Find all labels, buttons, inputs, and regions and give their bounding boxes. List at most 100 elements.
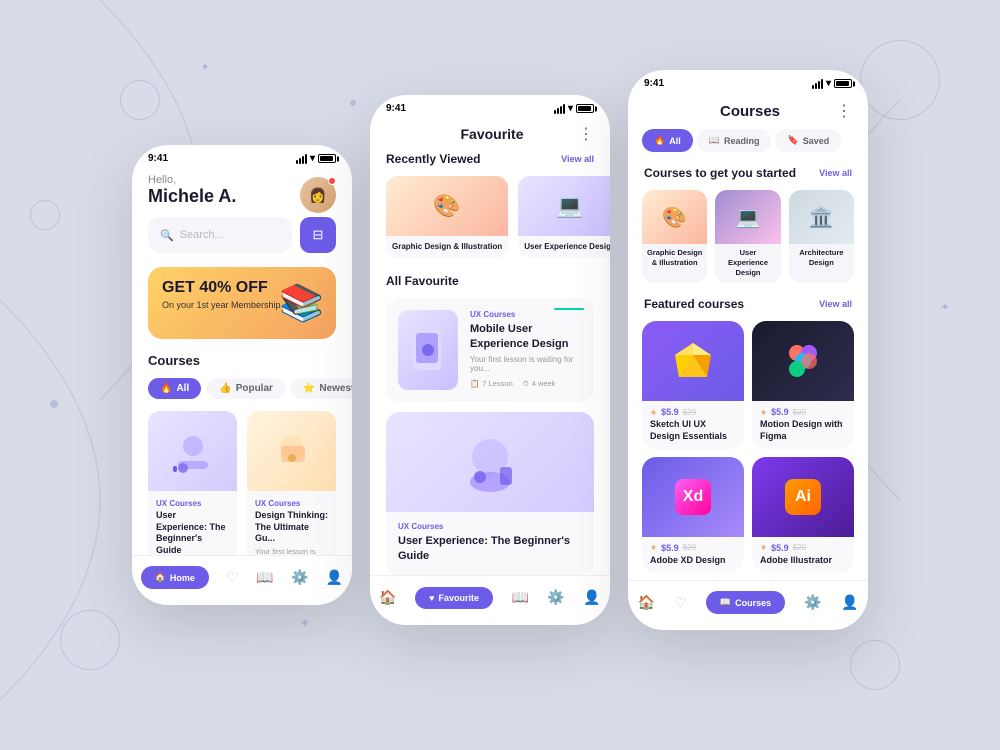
avatar[interactable]: 👩 [300, 177, 336, 213]
phones-wrapper: 9:41 ▾ 👩 Hello, Michele A. � [132, 120, 868, 630]
featured-grid: ★ $5.9 $29 Sketch UI UX Design Essential… [628, 321, 868, 572]
fav-large-title-1: User Experience: The Beginner's Guide [398, 534, 582, 563]
featured-img-3: Ai [752, 457, 854, 537]
nav-profile-left[interactable]: 👤 [326, 569, 343, 586]
home-icon-mid: 🏠 [379, 589, 396, 606]
lesson-icon: 📋 [470, 379, 479, 388]
recently-viewed-label: Recently Viewed [386, 152, 481, 166]
search-icon: 🔍 [160, 229, 174, 242]
fire-icon: 🔥 [160, 383, 172, 394]
featured-price-row-2: ★ $5.9 $29 [650, 543, 736, 553]
featured-img-0 [642, 321, 744, 401]
started-card-2[interactable]: 🏛️ Architecture Design [789, 190, 854, 283]
thumb-icon: 👍 [219, 383, 231, 394]
home-icon-right: 🏠 [638, 594, 655, 611]
featured-info-2: ★ $5.9 $29 Adobe XD Design [642, 537, 744, 573]
settings-icon-right: ⚙️ [804, 594, 821, 611]
get-started-view-all[interactable]: View all [819, 168, 852, 178]
nav-profile-right[interactable]: 👤 [841, 594, 858, 611]
featured-title-1: Motion Design with Figma [760, 419, 846, 442]
fav-category-0: UX Courses [470, 310, 582, 319]
started-card-0[interactable]: 🎨 Graphic Design & Illustration [642, 190, 707, 283]
recent-card-1[interactable]: 💻 User Experience Design [518, 176, 610, 258]
nav-home-button[interactable]: 🏠 Home [141, 566, 209, 589]
recently-viewed-header: Recently Viewed View all [370, 152, 610, 166]
featured-card-3[interactable]: Ai ★ $5.9 $29 Adobe Illustrator [752, 457, 854, 573]
fav-card-1[interactable]: UX Courses User Experience: The Beginner… [386, 412, 594, 577]
right-title: Courses [664, 103, 836, 120]
nav-settings-mid[interactable]: ⚙️ [547, 589, 564, 606]
tab-newest[interactable]: ⭐ Newest [291, 378, 352, 399]
time-middle: 9:41 [386, 103, 406, 114]
all-favourite-header: All Favourite [370, 274, 610, 288]
price-old-3: $29 [793, 543, 806, 552]
nav-book-left[interactable]: 📖 [256, 569, 273, 586]
bookmark-tab-icon: 🔖 [787, 135, 798, 146]
recent-title-1: User Experience Design [524, 242, 610, 252]
price-new-2: $5.9 [661, 543, 679, 553]
filter-button[interactable]: ⊟ [300, 217, 336, 253]
right-menu-dots[interactable]: ⋮ [836, 101, 852, 121]
book-tab-icon: 📖 [709, 135, 720, 146]
courses-nav-icon: 📖 [720, 597, 731, 608]
started-img-1: 💻 [715, 190, 780, 244]
recently-viewed-all[interactable]: View all [561, 154, 594, 164]
recent-card-0[interactable]: 🎨 Graphic Design & Illustration [386, 176, 508, 258]
filter-all[interactable]: 🔥 All [642, 129, 693, 152]
menu-dots[interactable]: ⋮ [578, 124, 594, 144]
filter-icon: ⊟ [313, 227, 324, 243]
fav-card-0[interactable]: UX Courses Mobile User Experience Design… [386, 298, 594, 402]
fav-duration-0: ⏱ 4 week [523, 379, 556, 389]
notification-dot [328, 177, 336, 185]
nav-settings-right[interactable]: ⚙️ [804, 594, 821, 611]
heart-filled-icon: ♥ [429, 593, 434, 603]
filter-reading[interactable]: 📖 Reading [697, 129, 772, 152]
heart-icon-right: ♡ [674, 594, 687, 611]
price-new-3: $5.9 [771, 543, 789, 553]
star-3: ★ [760, 543, 767, 552]
course-image-1 [247, 411, 336, 491]
star-icon: ⭐ [303, 383, 315, 394]
featured-header: Featured courses View all [628, 297, 868, 311]
nav-profile-mid[interactable]: 👤 [583, 589, 600, 606]
status-icons-right: ▾ [812, 78, 852, 89]
featured-card-1[interactable]: ★ $5.9 $29 Motion Design with Figma [752, 321, 854, 448]
course-category-1: UX Courses [255, 499, 328, 508]
price-old-1: $29 [793, 408, 806, 417]
nav-courses-button[interactable]: 📖 Courses [706, 591, 785, 614]
featured-info-1: ★ $5.9 $29 Motion Design with Figma [752, 401, 854, 448]
phone-middle: 9:41 ▾ Favourite ⋮ Recently Viewed View … [370, 95, 610, 625]
courses-section-title: Courses [148, 353, 336, 368]
time-right: 9:41 [644, 78, 664, 89]
recently-viewed-scroll[interactable]: 🎨 Graphic Design & Illustration 💻 User E… [370, 176, 610, 258]
search-box[interactable]: 🔍 Search... [148, 217, 292, 253]
fav-info-0: UX Courses Mobile User Experience Design… [470, 310, 582, 389]
tab-all[interactable]: 🔥 All [148, 378, 201, 399]
tab-popular[interactable]: 👍 Popular [207, 378, 285, 399]
settings-icon: ⚙️ [291, 569, 308, 586]
nav-favourite-button[interactable]: ♥ Favourite [415, 587, 493, 609]
nav-home-right[interactable]: 🏠 [638, 594, 655, 611]
featured-card-0[interactable]: ★ $5.9 $29 Sketch UI UX Design Essential… [642, 321, 744, 448]
bottom-nav-middle: 🏠 ♥ Favourite 📖 ⚙️ 👤 [370, 575, 610, 625]
battery-icon [318, 154, 336, 163]
nav-home-mid[interactable]: 🏠 [379, 589, 396, 606]
started-card-1[interactable]: 💻 User Experience Design [715, 190, 780, 283]
nav-settings-left[interactable]: ⚙️ [291, 569, 308, 586]
star-1: ★ [760, 408, 767, 417]
featured-info-0: ★ $5.9 $29 Sketch UI UX Design Essential… [642, 401, 744, 448]
fav-large-category-1: UX Courses [398, 522, 582, 531]
featured-view-all[interactable]: View all [819, 299, 852, 309]
started-img-0: 🎨 [642, 190, 707, 244]
nav-heart-left[interactable]: ♡ [226, 569, 239, 586]
filter-saved[interactable]: 🔖 Saved [775, 129, 841, 152]
price-old-2: $29 [683, 543, 696, 552]
nav-heart-right[interactable]: ♡ [674, 594, 687, 611]
promo-banner[interactable]: GET 40% OFF On your 1st year Membership … [148, 267, 336, 339]
clock-icon: ⏱ [523, 379, 529, 389]
course-title-0: User Experience: The Beginner's Guide [156, 510, 229, 557]
favourites-list: UX Courses Mobile User Experience Design… [370, 298, 610, 577]
xd-badge: Xd [675, 479, 711, 515]
featured-card-2[interactable]: Xd ★ $5.9 $29 Adobe XD Design [642, 457, 744, 573]
nav-book-mid[interactable]: 📖 [511, 589, 528, 606]
